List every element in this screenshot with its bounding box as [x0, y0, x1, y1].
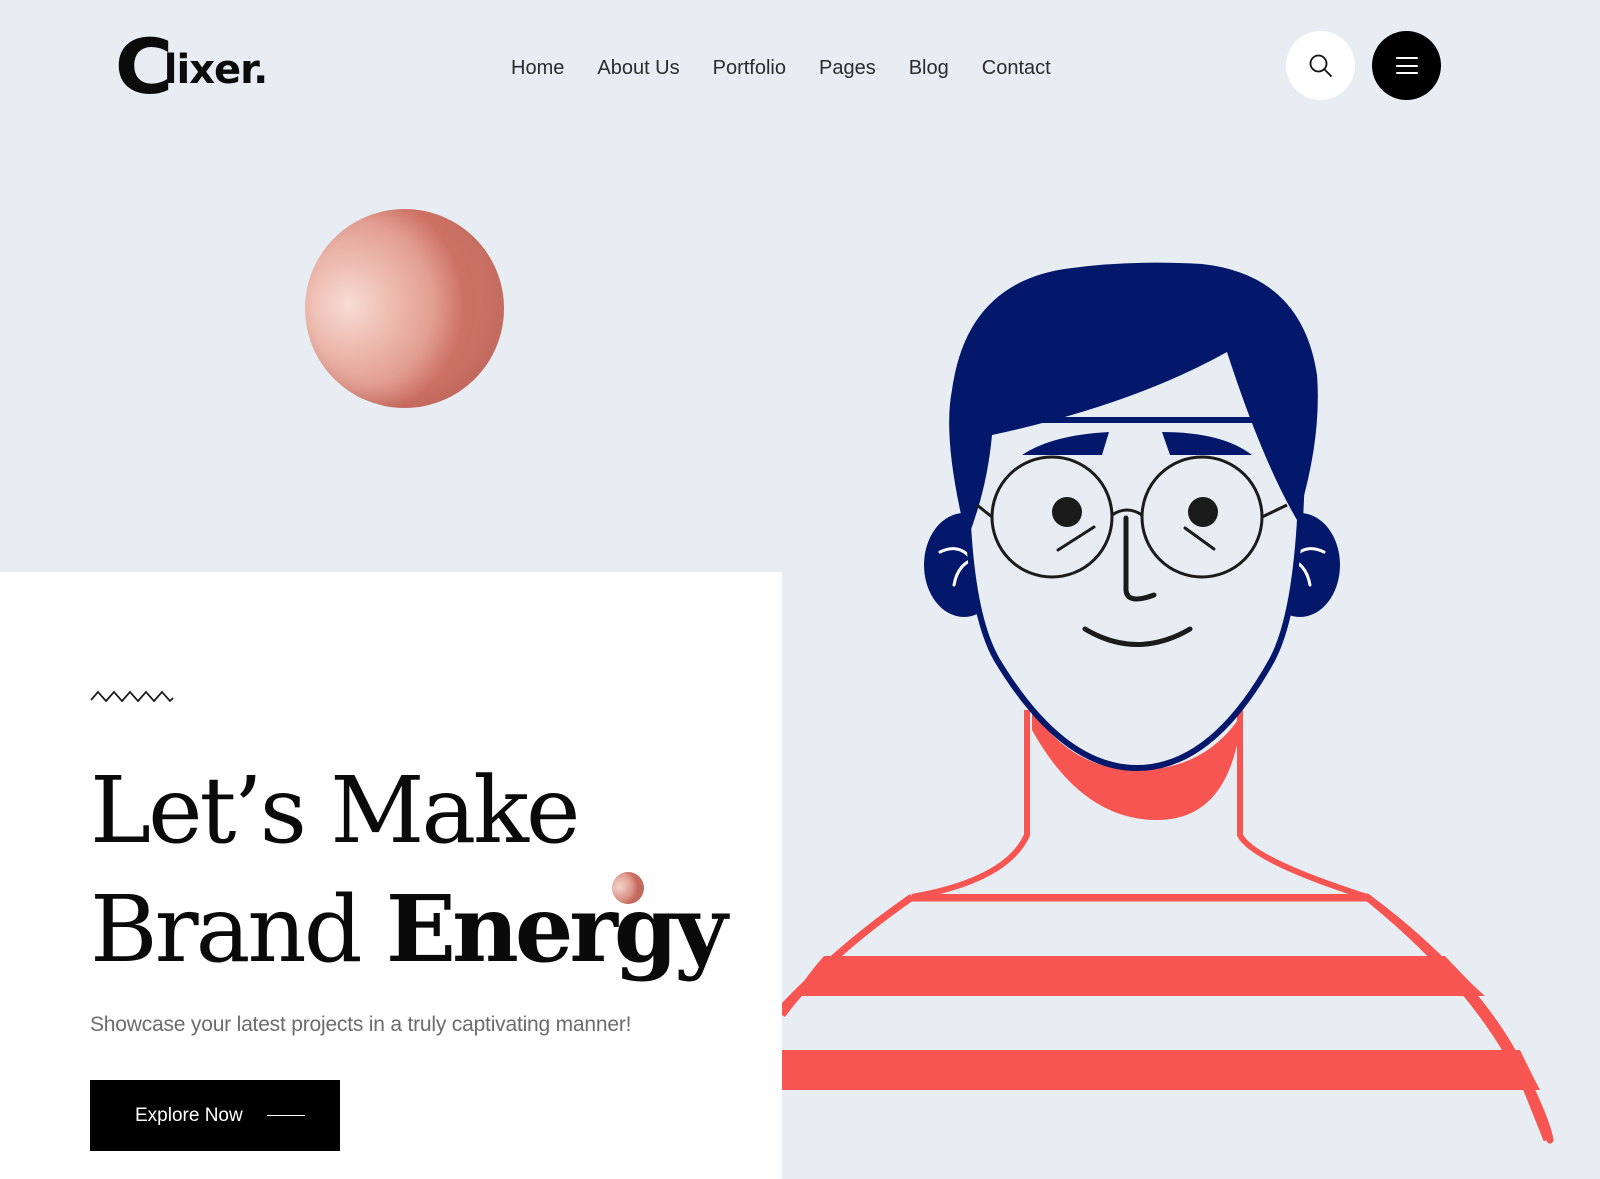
logo-initial: C [114, 22, 174, 111]
search-button[interactable] [1286, 31, 1355, 100]
logo[interactable]: C lixer. [114, 22, 269, 111]
site-header: C lixer. Home About Us Portfolio Pages B… [0, 0, 1600, 140]
hero-illustration [782, 262, 1554, 1144]
explore-now-button[interactable]: Explore Now [90, 1080, 340, 1151]
zigzag-icon [90, 690, 174, 703]
headline-line-1: Let’s Make [90, 757, 580, 864]
main-nav: Home About Us Portfolio Pages Blog Conta… [511, 54, 1084, 82]
shirt-stripe-1 [794, 956, 1485, 996]
decorative-sphere-small [612, 872, 644, 904]
headline-bold-text: Energy [385, 875, 728, 983]
long-arrow-line-icon [266, 1114, 305, 1117]
decorative-sphere-large [305, 209, 504, 408]
hero-headline: Let’s Make Brand Energy [90, 752, 728, 989]
hamburger-menu-icon [1395, 57, 1418, 74]
nav-contact[interactable]: Contact [982, 54, 1051, 82]
shirt [782, 710, 1554, 1144]
nav-blog[interactable]: Blog [909, 54, 949, 82]
search-icon [1309, 54, 1332, 77]
logo-text: lixer. [163, 47, 269, 93]
menu-button[interactable] [1372, 31, 1441, 100]
explore-now-label: Explore Now [135, 1104, 243, 1126]
right-eye [1188, 497, 1218, 527]
head [924, 262, 1340, 772]
face [963, 417, 1306, 772]
headline-regular-text: Brand [90, 876, 386, 983]
nav-home[interactable]: Home [511, 54, 564, 82]
left-eye [1052, 497, 1082, 527]
nav-portfolio[interactable]: Portfolio [713, 54, 786, 82]
shirt-stripe-2 [782, 1050, 1540, 1090]
hero-subtitle: Showcase your latest projects in a truly… [90, 1013, 632, 1036]
nav-about-us[interactable]: About Us [597, 54, 679, 82]
nav-pages[interactable]: Pages [819, 54, 876, 82]
